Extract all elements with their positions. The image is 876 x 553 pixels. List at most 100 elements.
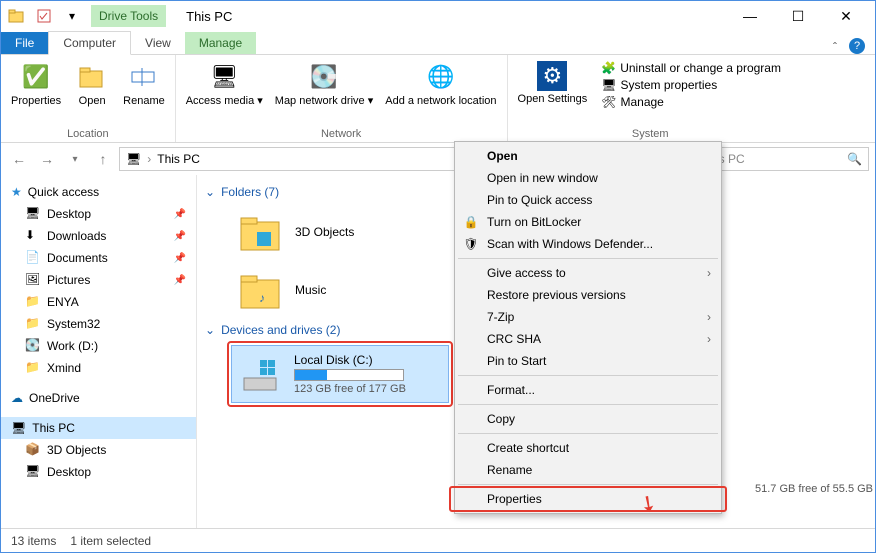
pin-icon: 📌 — [174, 209, 186, 220]
sysprops-icon: 🖥 — [601, 78, 616, 92]
ribbon-system-properties[interactable]: 🖥System properties — [601, 78, 781, 92]
folder-icon: 📁 — [25, 294, 41, 310]
sidebar-item-desktop2[interactable]: 🖥Desktop — [1, 461, 196, 483]
ribbon-group-label: Location — [1, 128, 175, 140]
menu-copy[interactable]: Copy — [457, 408, 719, 430]
sidebar-quick-access[interactable]: ★Quick access — [1, 181, 196, 203]
menu-restore-versions[interactable]: Restore previous versions — [457, 284, 719, 306]
menu-pin-quick-access[interactable]: Pin to Quick access — [457, 189, 719, 211]
menu-rename[interactable]: Rename — [457, 459, 719, 481]
rename-icon — [128, 61, 160, 93]
pin-icon: 📌 — [174, 275, 186, 286]
status-bar: 13 items 1 item selected — [1, 528, 875, 552]
menu-create-shortcut[interactable]: Create shortcut — [457, 437, 719, 459]
menu-crc-sha[interactable]: CRC SHA› — [457, 328, 719, 350]
minimize-button[interactable]: — — [735, 5, 765, 27]
menu-open[interactable]: Open — [457, 145, 719, 167]
close-button[interactable]: ✕ — [831, 5, 861, 27]
menu-properties[interactable]: Properties — [457, 488, 719, 510]
ribbon-tabs: File Computer View Manage ˆ ? — [1, 31, 875, 55]
titlebar: ▾ Drive Tools This PC — ☐ ✕ — [1, 1, 875, 31]
contextual-tab-label: Drive Tools — [91, 5, 166, 27]
pin-icon: 📌 — [174, 253, 186, 264]
qat-properties-icon[interactable] — [33, 5, 55, 27]
search-box[interactable]: is PC 🔍 — [709, 147, 869, 171]
tab-file[interactable]: File — [1, 32, 48, 54]
menu-give-access[interactable]: Give access to› — [457, 262, 719, 284]
address-bar: ← → ▾ ↑ 🖥 › This PC is PC 🔍 — [1, 143, 875, 175]
sidebar-item-desktop[interactable]: 🖥Desktop📌 — [1, 203, 196, 225]
ribbon-group-label: Network — [176, 128, 507, 140]
folder-music[interactable]: ♪Music — [239, 261, 459, 319]
pc-icon: 🖥 — [11, 421, 26, 435]
sidebar-item-documents[interactable]: 📄Documents📌 — [1, 247, 196, 269]
menu-separator — [458, 484, 718, 485]
menu-7zip[interactable]: 7-Zip› — [457, 306, 719, 328]
chevron-down-icon: ⌄ — [205, 323, 215, 337]
folder-icon: ♪ — [239, 268, 283, 312]
tab-view[interactable]: View — [131, 32, 185, 54]
svg-text:♪: ♪ — [259, 291, 265, 305]
drive-local-disk-c[interactable]: Local Disk (C:) 123 GB free of 177 GB — [231, 345, 449, 403]
forward-button[interactable]: → — [35, 147, 59, 171]
menu-format[interactable]: Format... — [457, 379, 719, 401]
sidebar-item-pictures[interactable]: 🖼Pictures📌 — [1, 269, 196, 291]
media-icon: 🖥 — [208, 61, 240, 93]
ribbon-open[interactable]: Open — [69, 59, 115, 109]
tab-computer[interactable]: Computer — [48, 31, 131, 55]
collapse-ribbon-icon[interactable]: ˆ — [821, 40, 849, 54]
sidebar-item-system32[interactable]: 📁System32 — [1, 313, 196, 335]
ribbon-map-drive[interactable]: 💽Map network drive ▾ — [271, 59, 377, 109]
sidebar-item-xmind[interactable]: 📁Xmind — [1, 357, 196, 379]
menu-defender[interactable]: 🛡Scan with Windows Defender... — [457, 233, 719, 255]
ribbon-group-label: System — [508, 128, 793, 140]
ribbon-group-location: ✅Properties Open Rename Location — [1, 55, 176, 142]
status-selected-count: 1 item selected — [70, 534, 151, 548]
drive-usage-bar — [294, 369, 404, 381]
menu-bitlocker[interactable]: 🔒Turn on BitLocker — [457, 211, 719, 233]
pictures-icon: 🖼 — [25, 272, 41, 288]
ribbon-rename[interactable]: Rename — [119, 59, 169, 109]
menu-separator — [458, 258, 718, 259]
ribbon-properties[interactable]: ✅Properties — [7, 59, 65, 109]
manage-icon: 🛠 — [601, 95, 616, 109]
navigation-pane[interactable]: ★Quick access 🖥Desktop📌 ⬇Downloads📌 📄Doc… — [1, 175, 197, 528]
sidebar-item-work-d[interactable]: 💽Work (D:) — [1, 335, 196, 357]
shield-icon: 🛡 — [463, 237, 479, 251]
sidebar-item-3d-objects[interactable]: 📦3D Objects — [1, 439, 196, 461]
ribbon: ✅Properties Open Rename Location 🖥Access… — [1, 55, 875, 143]
menu-pin-start[interactable]: Pin to Start — [457, 350, 719, 372]
menu-open-new-window[interactable]: Open in new window — [457, 167, 719, 189]
properties-icon: ✅ — [20, 61, 52, 93]
recent-locations-button[interactable]: ▾ — [63, 147, 87, 171]
downloads-icon: ⬇ — [25, 228, 41, 244]
help-icon[interactable]: ? — [849, 38, 865, 54]
sidebar-this-pc[interactable]: 🖥This PC — [1, 417, 196, 439]
annotation-highlight: Local Disk (C:) 123 GB free of 177 GB — [227, 341, 453, 407]
ribbon-access-media[interactable]: 🖥Access media ▾ — [182, 59, 267, 109]
chevron-right-icon: › — [707, 310, 711, 324]
breadcrumb-segment[interactable]: This PC — [157, 152, 200, 166]
window-title: This PC — [186, 9, 232, 24]
up-button[interactable]: ↑ — [91, 147, 115, 171]
quick-access-toolbar: ▾ — [5, 5, 83, 27]
tab-manage[interactable]: Manage — [185, 32, 256, 54]
sidebar-onedrive[interactable]: ☁OneDrive — [1, 387, 196, 409]
menu-separator — [458, 404, 718, 405]
star-icon: ★ — [11, 185, 22, 199]
settings-icon: ⚙ — [537, 61, 567, 91]
folder-3d-objects[interactable]: 3D Objects — [239, 203, 459, 261]
sidebar-item-downloads[interactable]: ⬇Downloads📌 — [1, 225, 196, 247]
ribbon-manage[interactable]: 🛠Manage — [601, 95, 781, 109]
maximize-button[interactable]: ☐ — [783, 5, 813, 27]
qat-dropdown-icon[interactable]: ▾ — [61, 5, 83, 27]
back-button[interactable]: ← — [7, 147, 31, 171]
ribbon-uninstall[interactable]: 🧩Uninstall or change a program — [601, 61, 781, 75]
ribbon-group-system: ⚙Open Settings 🧩Uninstall or change a pr… — [508, 55, 793, 142]
sidebar-item-enya[interactable]: 📁ENYA — [1, 291, 196, 313]
menu-separator — [458, 433, 718, 434]
menu-separator — [458, 375, 718, 376]
pc-icon: 🖥 — [126, 152, 141, 166]
ribbon-add-location[interactable]: 🌐Add a network location — [381, 59, 500, 109]
ribbon-open-settings[interactable]: ⚙Open Settings — [514, 59, 592, 107]
